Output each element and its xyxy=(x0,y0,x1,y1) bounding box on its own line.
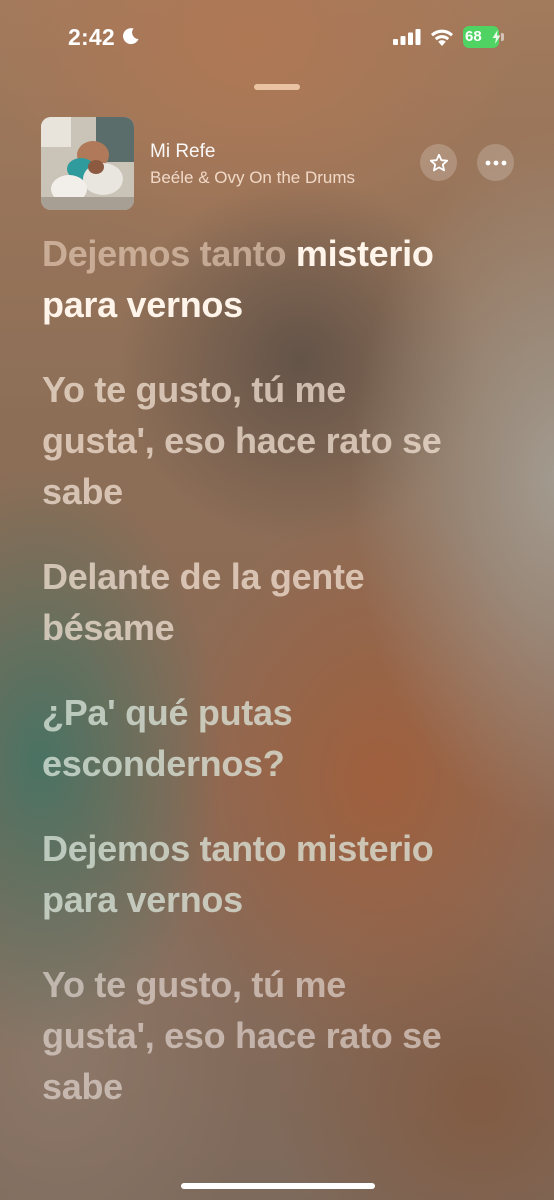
track-title[interactable]: Mi Refe xyxy=(150,141,215,163)
now-playing-header: Mi Refe Beéle & Ovy On the Drums xyxy=(41,117,514,211)
lyrics-view: Dejemos tanto misterio para vernos Yo te… xyxy=(42,228,462,1146)
album-artwork[interactable] xyxy=(41,117,134,210)
lyric-line[interactable]: Yo te gusto, tú me gusta', eso hace rato… xyxy=(42,364,462,517)
lyric-line[interactable]: Delante de la gente bésame xyxy=(42,551,462,653)
status-time: 2:42 xyxy=(68,24,115,50)
artwork-image xyxy=(41,117,134,210)
wifi-icon xyxy=(431,29,453,46)
home-indicator[interactable] xyxy=(181,1183,375,1189)
lyric-line[interactable]: ¿Pa' qué putas escondernos? xyxy=(42,687,462,789)
more-options-button[interactable] xyxy=(477,144,514,181)
track-artist[interactable]: Beéle & Ovy On the Drums xyxy=(150,168,355,188)
sheet-grabber[interactable] xyxy=(254,84,300,90)
lyric-sung-words: Dejemos tanto xyxy=(42,233,287,274)
battery-level: 68 xyxy=(465,28,482,45)
lyric-line-current[interactable]: Dejemos tanto misterio para vernos xyxy=(42,228,462,330)
star-icon xyxy=(429,153,448,171)
battery-cap xyxy=(501,33,504,41)
bolt-icon xyxy=(492,30,501,44)
battery-icon: 68 xyxy=(463,26,505,48)
lyric-line[interactable]: Yo te gusto, tú me gusta', eso hace rato… xyxy=(42,959,462,1112)
signal-icon xyxy=(393,29,421,45)
status-bar: 2:42 68 xyxy=(0,0,554,74)
moon-icon xyxy=(123,28,139,45)
ellipsis-icon xyxy=(485,160,506,165)
favorite-button[interactable] xyxy=(420,144,457,181)
lyric-line[interactable]: Dejemos tanto misterio para vernos xyxy=(42,823,462,925)
